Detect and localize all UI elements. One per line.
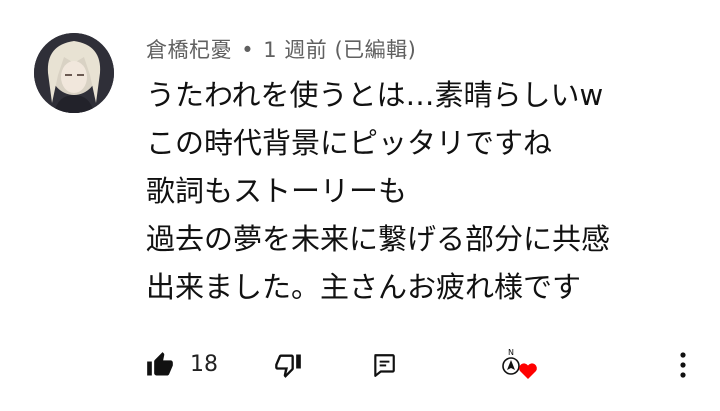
comment-line: 過去の夢を未来に繋げる部分に共感 (146, 222, 611, 256)
creator-heart-icon: N (502, 348, 537, 379)
thumbs-down-icon (275, 354, 301, 378)
more-options-button[interactable] (668, 345, 698, 385)
comment-line: この時代背景にピッタリですね (146, 126, 553, 160)
more-vert-icon (680, 352, 686, 378)
reply-icon (374, 354, 395, 377)
dislike-button[interactable] (270, 345, 306, 385)
thumbs-up-icon (147, 352, 173, 376)
comment-text: うたわれを使うとは…素晴らしいw この時代背景にピッタリですね 歌詞もストーリー… (146, 71, 706, 311)
comment-actions: 18 N (0, 345, 720, 385)
comment-line: 出来ました。主さんお疲れ様です (146, 270, 582, 304)
comment-header: 倉橋杞憂 • 1 週前 (已編輯) (146, 34, 416, 64)
avatar-image (34, 33, 114, 113)
reply-button[interactable] (368, 345, 400, 385)
header-separator: • (241, 38, 255, 62)
comment-line: 歌詞もストーリーも (146, 174, 408, 208)
author-name[interactable]: 倉橋杞憂 (146, 38, 232, 62)
svg-text:N: N (508, 348, 514, 357)
comment-time[interactable]: 1 週前 (已編輯) (263, 38, 416, 62)
avatar[interactable] (34, 33, 114, 113)
like-count: 18 (190, 352, 218, 377)
comment-line: うたわれを使うとは…素晴らしいw (146, 78, 604, 112)
comment-thread: 倉橋杞憂 • 1 週前 (已編輯) うたわれを使うとは…素晴らしいw この時代背… (0, 0, 720, 411)
creator-heart-badge: N (498, 345, 540, 385)
like-button[interactable] (142, 345, 178, 385)
